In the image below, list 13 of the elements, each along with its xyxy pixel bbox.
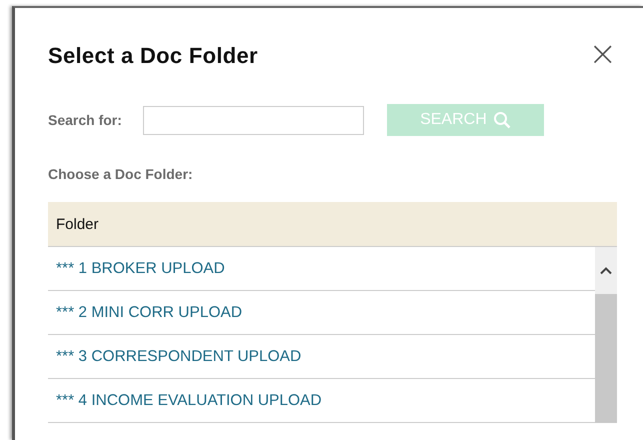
- search-field[interactable]: [142, 106, 364, 134]
- folder-link[interactable]: *** 1 BROKER UPLOAD: [56, 260, 225, 278]
- folder-link[interactable]: *** 3 CORRESPONDENT UPLOAD: [56, 348, 302, 366]
- dialog-title: Select a Doc Folder: [48, 43, 258, 69]
- search-label: Search for:: [48, 112, 122, 128]
- search-icon: [492, 111, 511, 129]
- folder-link[interactable]: *** 4 INCOME EVALUATION UPLOAD: [56, 392, 322, 410]
- folder-label: Choose a Doc Folder:: [48, 166, 194, 182]
- column-header: Folder: [56, 216, 99, 232]
- scroll-up-icon[interactable]: [595, 247, 617, 294]
- folder-link[interactable]: *** 2 MINI CORR UPLOAD: [56, 304, 242, 322]
- close-button[interactable]: ×: [588, 37, 617, 75]
- scrollbar[interactable]: [595, 247, 617, 423]
